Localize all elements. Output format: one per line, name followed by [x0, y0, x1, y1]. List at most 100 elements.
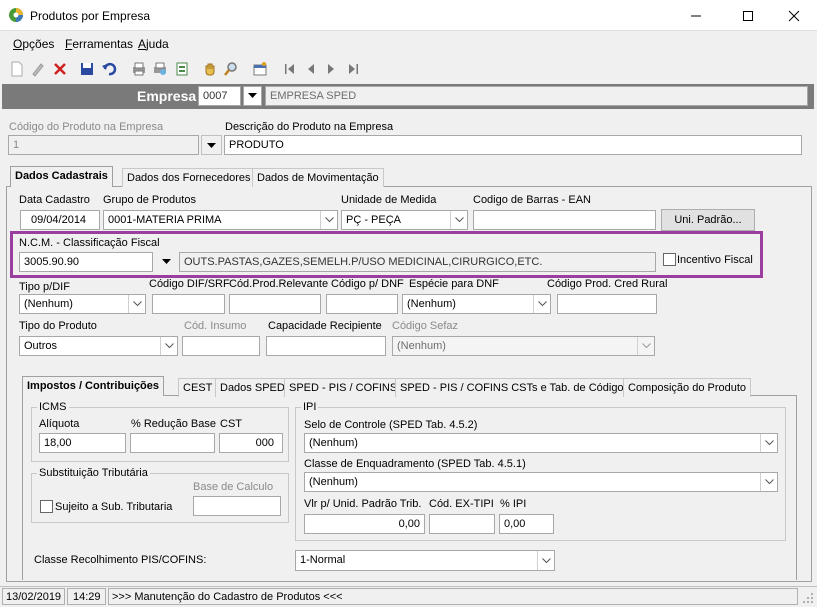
minimize-icon[interactable]: [688, 8, 704, 24]
tab-cest[interactable]: CEST: [178, 378, 218, 397]
menu-ferramentas[interactable]: Ferramentas: [65, 37, 133, 51]
chevron-down-icon: [132, 301, 142, 307]
ncm-label: N.C.M. - Classificação Fiscal: [19, 237, 160, 249]
cod-insumo-label: Cód. Insumo: [184, 320, 247, 332]
tab-dados-fornecedores[interactable]: Dados dos Fornecedores: [122, 168, 256, 187]
uni-padrao-button[interactable]: Uni. Padrão...: [661, 209, 755, 231]
incentivo-fiscal-checkbox[interactable]: [663, 253, 676, 266]
search-icon[interactable]: [222, 60, 240, 78]
codigo-dnf-label: Código p/ DNF: [331, 278, 404, 290]
chevron-down-icon: [248, 93, 257, 98]
grupo-produtos-select[interactable]: 0001-MATERIA PRIMA: [103, 210, 338, 230]
save-icon[interactable]: [78, 60, 96, 78]
aliquota-field[interactable]: 18,00: [39, 433, 126, 453]
title-bar: Produtos por Empresa: [0, 0, 817, 31]
codigo-sefaz-label: Código Sefaz: [392, 320, 459, 332]
sujeito-sub-checkbox[interactable]: [40, 500, 53, 513]
codigo-dif-field[interactable]: [152, 294, 225, 314]
menu-opcoes[interactable]: Opções: [13, 37, 54, 51]
window-title: Produtos por Empresa: [30, 9, 151, 23]
vlr-unid-label: Vlr p/ Unid. Padrão Trib.: [304, 498, 422, 510]
tab-composicao[interactable]: Composição do Produto: [623, 378, 752, 397]
cod-insumo-field[interactable]: [182, 336, 260, 356]
cred-rural-field[interactable]: [557, 294, 657, 314]
tab-dados-sped[interactable]: Dados SPED: [215, 378, 290, 397]
edit-icon[interactable]: [29, 60, 47, 78]
pis-cofins-select[interactable]: 1-Normal: [295, 550, 555, 571]
delete-icon[interactable]: [51, 60, 69, 78]
ean-field[interactable]: [473, 210, 656, 230]
classe-enquadramento-value: (Nenhum): [309, 476, 358, 488]
subst-group-title: Substituição Tributária: [37, 467, 150, 479]
export-icon[interactable]: [173, 60, 191, 78]
base-calculo-label: Base de Calculo: [193, 481, 274, 493]
codigo-produto-dropdown[interactable]: [201, 135, 222, 155]
base-calculo-field[interactable]: [193, 496, 281, 516]
ncm-description-field: OUTS.PASTAS,GAZES,SEMELH.P/USO MEDICINAL…: [179, 252, 656, 272]
last-icon[interactable]: [344, 60, 362, 78]
codigo-dnf-field[interactable]: [326, 294, 398, 314]
pct-ipi-field[interactable]: 0,00: [499, 514, 554, 534]
undo-icon[interactable]: [100, 60, 118, 78]
tipo-dif-select[interactable]: (Nenhum): [19, 294, 146, 314]
menu-ajuda[interactable]: Ajuda: [138, 37, 169, 51]
data-cadastro-field[interactable]: 09/04/2014: [20, 210, 100, 230]
unidade-medida-select[interactable]: PÇ - PEÇA: [341, 210, 468, 230]
tab-sped-pis-cofins[interactable]: SPED - PIS / COFINS: [284, 378, 403, 397]
codigo-produto-field[interactable]: 1: [8, 135, 199, 155]
grupo-produtos-label: Grupo de Produtos: [103, 194, 196, 206]
especie-dnf-select[interactable]: (Nenhum): [402, 294, 551, 314]
grupo-produtos-value: 0001-MATERIA PRIMA: [108, 214, 222, 226]
prev-icon[interactable]: [302, 60, 320, 78]
cst-field[interactable]: 000: [219, 433, 283, 453]
empresa-code-field[interactable]: 0007: [198, 86, 241, 106]
codigo-sefaz-select: (Nenhum): [392, 336, 655, 356]
chevron-down-icon: [764, 479, 774, 485]
unidade-medida-value: PÇ - PEÇA: [346, 214, 402, 226]
especie-dnf-label: Espécie para DNF: [409, 278, 499, 290]
descricao-label: Descrição do Produto na Empresa: [225, 121, 394, 133]
tab-sped-pis-cofins-csts[interactable]: SPED - PIS / COFINS CSTs e Tab. de Códig…: [395, 378, 635, 397]
tab-dados-movimentacao[interactable]: Dados de Movimentação: [252, 168, 384, 187]
pct-ipi-label: % IPI: [500, 498, 527, 510]
selo-controle-select[interactable]: (Nenhum): [304, 433, 778, 453]
reducao-base-label: % Redução Base: [131, 418, 216, 430]
empresa-label: Empresa: [137, 88, 197, 104]
new-icon[interactable]: [8, 60, 26, 78]
empresa-name-field: EMPRESA SPED: [265, 86, 808, 106]
ex-tipi-field[interactable]: [429, 514, 495, 534]
codigo-sefaz-value: (Nenhum): [397, 340, 446, 352]
first-icon[interactable]: [281, 60, 299, 78]
cod-prod-relevante-field[interactable]: [229, 294, 321, 314]
capacidade-field[interactable]: [266, 336, 386, 356]
resize-grip-icon[interactable]: [801, 591, 815, 605]
pis-cofins-label: Classe Recolhimento PIS/COFINS:: [34, 554, 207, 566]
tipo-produto-select[interactable]: Outros: [19, 336, 178, 356]
tab-dados-cadastrais[interactable]: Dados Cadastrais: [10, 166, 113, 187]
descricao-field[interactable]: PRODUTO: [224, 135, 802, 155]
reducao-base-field[interactable]: [130, 433, 215, 453]
chevron-down-icon: [641, 343, 651, 349]
sujeito-sub-label: Sujeito a Sub. Tributaria: [55, 501, 173, 513]
ncm-dropdown-button[interactable]: [155, 252, 177, 272]
print-icon[interactable]: [130, 60, 148, 78]
data-cadastro-label: Data Cadastro: [19, 194, 90, 206]
report-icon[interactable]: [251, 60, 269, 78]
selo-controle-value: (Nenhum): [309, 437, 358, 449]
close-icon[interactable]: [786, 8, 802, 24]
ncm-code-field[interactable]: 3005.90.90: [19, 252, 153, 272]
empresa-dropdown-button[interactable]: [243, 86, 262, 106]
chevron-down-icon: [541, 557, 551, 563]
cred-rural-label: Código Prod. Cred Rural: [547, 278, 668, 290]
app-icon: [8, 7, 24, 23]
maximize-icon[interactable]: [740, 8, 756, 24]
status-date: 13/02/2019: [6, 591, 62, 603]
next-icon[interactable]: [322, 60, 340, 78]
chevron-down-icon: [207, 143, 216, 148]
tab-impostos[interactable]: Impostos / Contribuições: [22, 376, 165, 396]
cod-prod-relevante-label: Cód.Prod.Relevante: [229, 278, 329, 290]
print-preview-icon[interactable]: [151, 60, 169, 78]
vlr-unid-field[interactable]: 0,00: [304, 514, 425, 534]
hand-icon[interactable]: [201, 60, 219, 78]
classe-enquadramento-select[interactable]: (Nenhum): [304, 472, 778, 492]
